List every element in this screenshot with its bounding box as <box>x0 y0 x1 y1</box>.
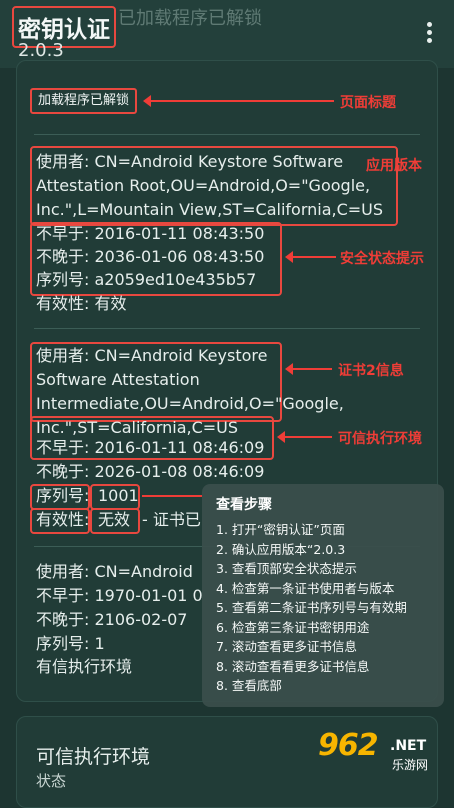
cert1-not-before: 不早于: 2016-01-11 08:43:50 <box>36 224 265 243</box>
arrow-left-icon <box>143 95 334 107</box>
connector-line <box>142 495 202 497</box>
annotation-app-version: 应用版本 <box>366 158 422 174</box>
tee-status-label: 状态 <box>36 772 67 790</box>
cert1-serial: 序列号: a2059ed10e435b57 <box>36 270 257 289</box>
divider <box>34 134 420 135</box>
cert3-not-after: 不晚于: 2106-02-07 <box>36 610 188 629</box>
cert2-serial-value: 1001 <box>98 486 139 505</box>
popup-title: 查看步骤 <box>216 497 272 513</box>
cert2-validity-note: - 证书已 <box>142 510 201 529</box>
annotation-security-status: 安全状态提示 <box>340 251 424 267</box>
divider <box>34 328 420 329</box>
cert2-subject-line3: Intermediate,OU=Android,O="Google, <box>36 394 344 413</box>
popup-step: 8. 查看底部 <box>216 678 282 693</box>
watermark-site: 乐游网 <box>392 758 429 772</box>
arrow-left-icon <box>277 431 332 443</box>
popup-step: 6. 检查第三条证书密钥用途 <box>216 619 370 635</box>
cert3-not-before: 不早于: 1970-01-01 0 <box>36 586 203 605</box>
arrow-left-icon <box>285 363 332 375</box>
cert3-serial: 序列号: 1 <box>36 634 105 653</box>
cert1-validity: 有效性: 有效 <box>36 294 127 313</box>
cert2-not-after: 不晚于: 2026-01-08 08:46:09 <box>36 462 265 481</box>
status-badge: 加载程序已解锁 <box>30 88 138 114</box>
popup-steps-list: 1. 打开“密钥认证”页面 2. 确认应用版本“2.0.3 3. 查看顶部安全状… <box>216 520 407 696</box>
popup-step: 8. 滚动查看看更多证书信息 <box>216 658 370 674</box>
popup-step: 1. 打开“密钥认证”页面 <box>216 522 345 537</box>
cert3-purpose: 有信执行环境 <box>36 657 133 676</box>
watermark-logo: 962 <box>318 728 379 763</box>
cert3-subject: 使用者: CN=Android <box>36 562 193 581</box>
more-vert-icon[interactable] <box>424 22 434 46</box>
popup-step: 7. 滚动查看更多证书信息 <box>216 639 357 654</box>
cert2-subject-line2: Software Attestation <box>36 370 200 389</box>
faded-status-text: 已加载程序已解锁 <box>118 8 262 29</box>
cert1-not-after: 不晚于: 2036-01-06 08:43:50 <box>36 247 265 266</box>
cert2-subject-line1: 使用者: CN=Android Keystore <box>36 346 268 365</box>
tee-title: 可信执行环境 <box>36 746 151 768</box>
cert2-validity-value: 无效 <box>98 510 131 529</box>
arrow-left-icon <box>285 251 336 263</box>
cert2-validity-label: 有效性: <box>36 510 90 529</box>
cert2-serial-label: 序列号: <box>36 486 90 505</box>
annotation-page-title: 页面标题 <box>340 95 396 111</box>
popup-step: 5. 查看第二条证书序列号与有效期 <box>216 600 407 615</box>
annotation-tee: 可信执行环境 <box>338 431 422 447</box>
popup-step: 4. 检查第一条证书使用者与版本 <box>216 580 395 596</box>
popup-step: 2. 确认应用版本“2.0.3 <box>216 541 346 557</box>
cert1-subject-line1: 使用者: CN=Android Keystore Software <box>36 152 344 171</box>
watermark-domain: .NET <box>390 738 427 754</box>
annotation-cert2-info: 证书2信息 <box>338 363 404 379</box>
popup-step: 3. 查看顶部安全状态提示 <box>216 561 357 576</box>
cert2-not-before: 不早于: 2016-01-11 08:46:09 <box>36 438 265 457</box>
cert1-subject-line2: Attestation Root,OU=Android,O="Google, <box>36 176 371 195</box>
app-version: 2.0.3 <box>18 40 64 61</box>
cert1-subject-line3: Inc.",L=Mountain View,ST=California,C=US <box>36 200 384 219</box>
